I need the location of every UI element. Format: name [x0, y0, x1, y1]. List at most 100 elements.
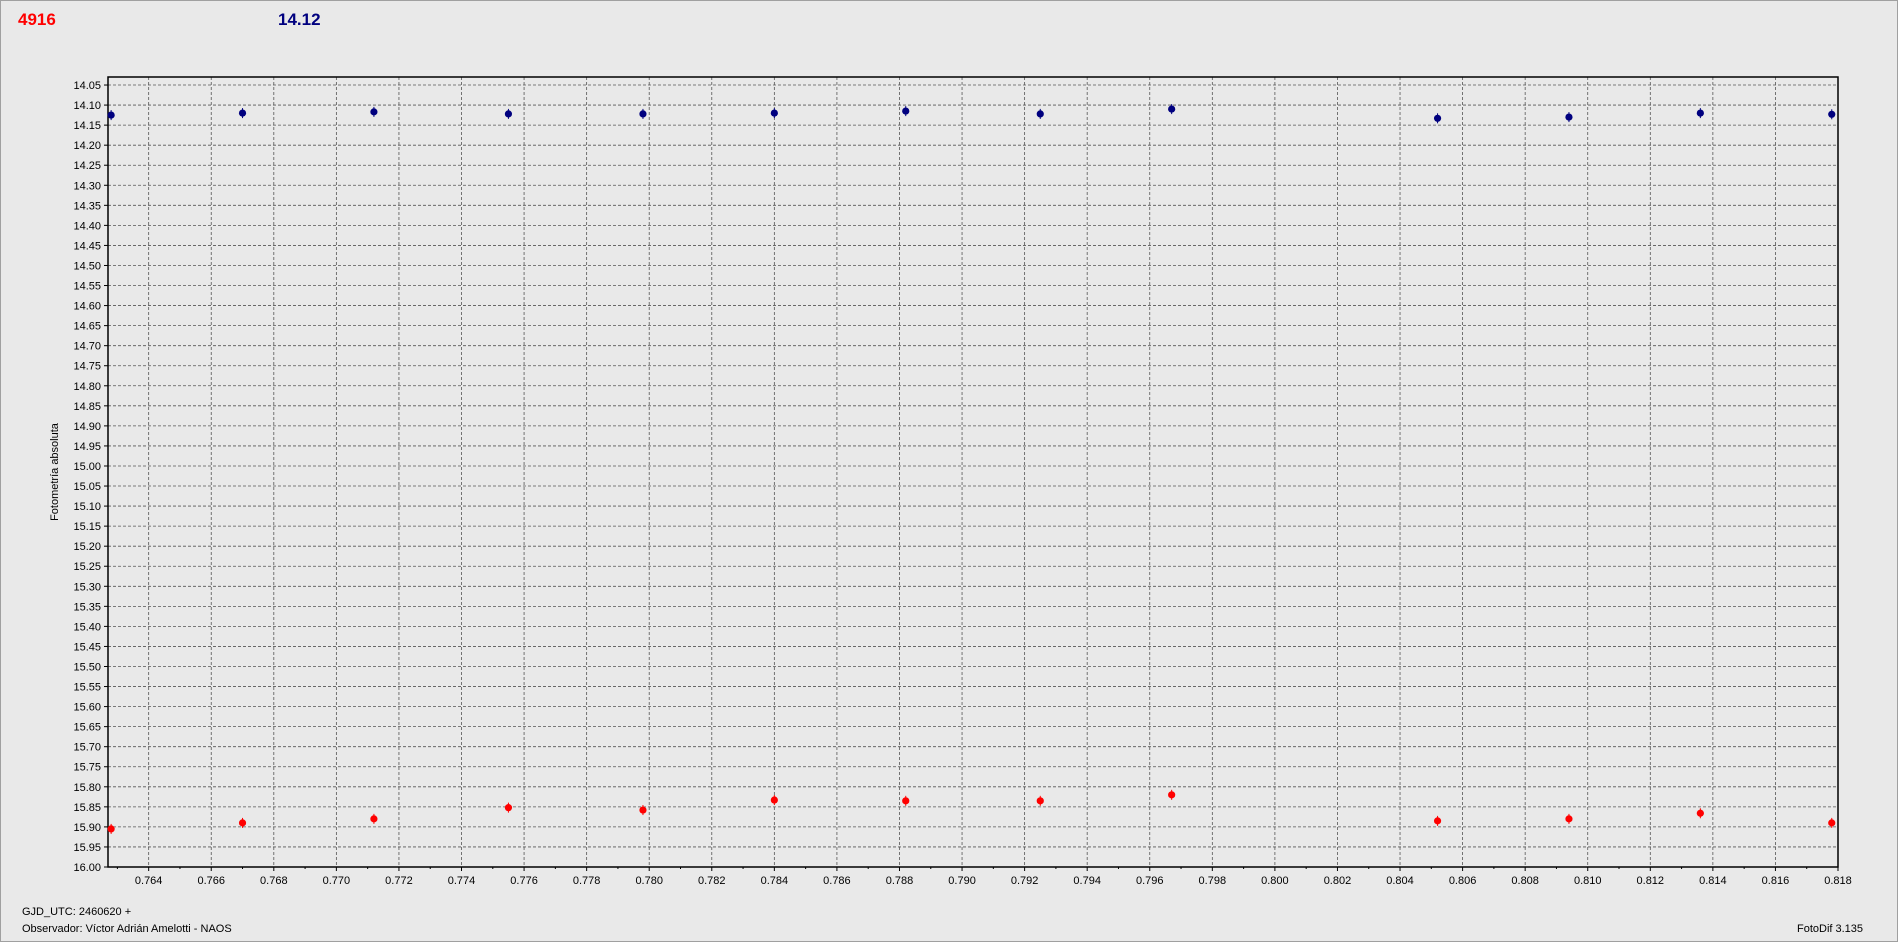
- plot-area: [108, 77, 1838, 867]
- y-tick-label: 15.00: [73, 461, 101, 473]
- blue-data-point: [1036, 110, 1044, 118]
- red-data-point: [107, 825, 115, 833]
- gjd-label: GJD_UTC: 2460620 +: [22, 906, 132, 918]
- blue-data-point: [639, 110, 647, 118]
- red-data-point: [1696, 809, 1704, 817]
- y-tick-label: 14.50: [73, 260, 101, 272]
- y-tick-label: 15.25: [73, 561, 101, 573]
- y-tick-label: 15.75: [73, 762, 101, 774]
- x-tick-label: 0.778: [573, 875, 601, 887]
- blue-data-point: [370, 108, 378, 116]
- red-data-point: [1036, 797, 1044, 805]
- x-tick-label: 0.766: [197, 875, 225, 887]
- x-tick-label: 0.810: [1574, 875, 1602, 887]
- blue-data-point: [1565, 113, 1573, 121]
- y-tick-label: 15.70: [73, 742, 101, 754]
- x-tick-label: 0.770: [323, 875, 351, 887]
- x-tick-label: 0.794: [1073, 875, 1101, 887]
- x-tick-label: 0.788: [886, 875, 914, 887]
- x-tick-label: 0.772: [385, 875, 413, 887]
- y-tick-label: 14.70: [73, 341, 101, 353]
- x-tick-label: 0.814: [1699, 875, 1727, 887]
- blue-data-point: [504, 110, 513, 118]
- x-tick-label: 0.782: [698, 875, 726, 887]
- blue-data-point: [1433, 114, 1442, 122]
- y-tick-label: 14.85: [73, 401, 101, 413]
- y-tick-label: 15.45: [73, 641, 101, 653]
- red-data-point: [770, 796, 778, 804]
- red-data-point: [902, 797, 910, 805]
- red-data-point: [639, 806, 647, 814]
- x-tick-label: 0.790: [948, 875, 976, 887]
- software-version: FotoDif 3.135: [1797, 923, 1864, 935]
- x-tick-label: 0.780: [635, 875, 663, 887]
- y-tick-label: 14.90: [73, 421, 101, 433]
- y-tick-label: 15.40: [73, 621, 101, 633]
- y-tick-label: 14.55: [73, 281, 101, 293]
- y-tick-label: 15.95: [73, 842, 101, 854]
- y-tick-label: 15.65: [73, 722, 101, 734]
- red-data-point: [238, 819, 247, 827]
- x-tick-label: 0.818: [1824, 875, 1852, 887]
- y-tick-label: 14.80: [73, 381, 101, 393]
- red-data-point: [1828, 819, 1836, 827]
- y-tick-label: 16.00: [73, 862, 101, 874]
- y-tick-label: 14.30: [73, 180, 101, 192]
- x-tick-label: 0.784: [761, 875, 789, 887]
- blue-data-point: [238, 109, 247, 117]
- y-tick-label: 14.60: [73, 301, 101, 313]
- y-tick-label: 15.30: [73, 581, 101, 593]
- blue-data-point: [1696, 109, 1704, 117]
- x-tick-label: 0.796: [1136, 875, 1164, 887]
- blue-data-point: [1828, 110, 1836, 118]
- y-tick-label: 15.90: [73, 822, 101, 834]
- x-tick-label: 0.812: [1637, 875, 1665, 887]
- red-data-point: [504, 804, 513, 812]
- y-tick-label: 14.95: [73, 441, 101, 453]
- red-data-point: [370, 815, 378, 823]
- y-tick-label: 15.50: [73, 661, 101, 673]
- x-tick-label: 0.792: [1011, 875, 1039, 887]
- x-tick-label: 0.774: [448, 875, 476, 887]
- y-tick-label: 15.20: [73, 541, 101, 553]
- x-tick-label: 0.776: [510, 875, 538, 887]
- x-tick-label: 0.768: [260, 875, 288, 887]
- y-tick-label: 15.15: [73, 521, 101, 533]
- x-tick-label: 0.816: [1762, 875, 1790, 887]
- observer-label: Observador: Víctor Adrián Amelotti - NAO…: [22, 923, 232, 935]
- blue-data-point: [107, 111, 115, 119]
- y-tick-label: 15.35: [73, 601, 101, 613]
- y-tick-label: 14.05: [73, 80, 101, 92]
- y-tick-label: 15.85: [73, 802, 101, 814]
- y-tick-label: 14.35: [73, 200, 101, 212]
- y-tick-label: 14.40: [73, 220, 101, 232]
- y-axis-label: Fotometría absoluta: [49, 422, 61, 521]
- x-tick-label: 0.786: [823, 875, 851, 887]
- y-tick-label: 14.75: [73, 361, 101, 373]
- y-tick-label: 15.05: [73, 481, 101, 493]
- blue-data-point: [1168, 105, 1176, 113]
- x-tick-label: 0.798: [1199, 875, 1227, 887]
- blue-data-point: [902, 107, 910, 115]
- y-tick-label: 14.25: [73, 160, 101, 172]
- blue-data-point: [770, 109, 778, 117]
- x-tick-label: 0.808: [1511, 875, 1539, 887]
- y-tick-label: 14.20: [73, 140, 101, 152]
- y-tick-label: 14.45: [73, 240, 101, 252]
- y-tick-label: 15.10: [73, 501, 101, 513]
- x-tick-label: 0.764: [135, 875, 163, 887]
- x-tick-label: 0.802: [1324, 875, 1352, 887]
- red-data-point: [1565, 815, 1573, 823]
- red-data-point: [1433, 817, 1442, 825]
- y-tick-label: 14.15: [73, 120, 101, 132]
- x-tick-label: 0.800: [1261, 875, 1289, 887]
- y-tick-label: 15.55: [73, 682, 101, 694]
- x-tick-label: 0.806: [1449, 875, 1477, 887]
- red-data-point: [1168, 791, 1176, 799]
- y-tick-label: 14.10: [73, 100, 101, 112]
- scatter-chart: 0.764 0.766 0.768 0.770 0.772 0.774 0.776 0.778…: [49, 76, 1852, 887]
- x-tick-label: 0.804: [1386, 875, 1414, 887]
- y-tick-label: 15.60: [73, 702, 101, 714]
- y-tick-label: 14.65: [73, 321, 101, 333]
- y-tick-label: 15.80: [73, 782, 101, 794]
